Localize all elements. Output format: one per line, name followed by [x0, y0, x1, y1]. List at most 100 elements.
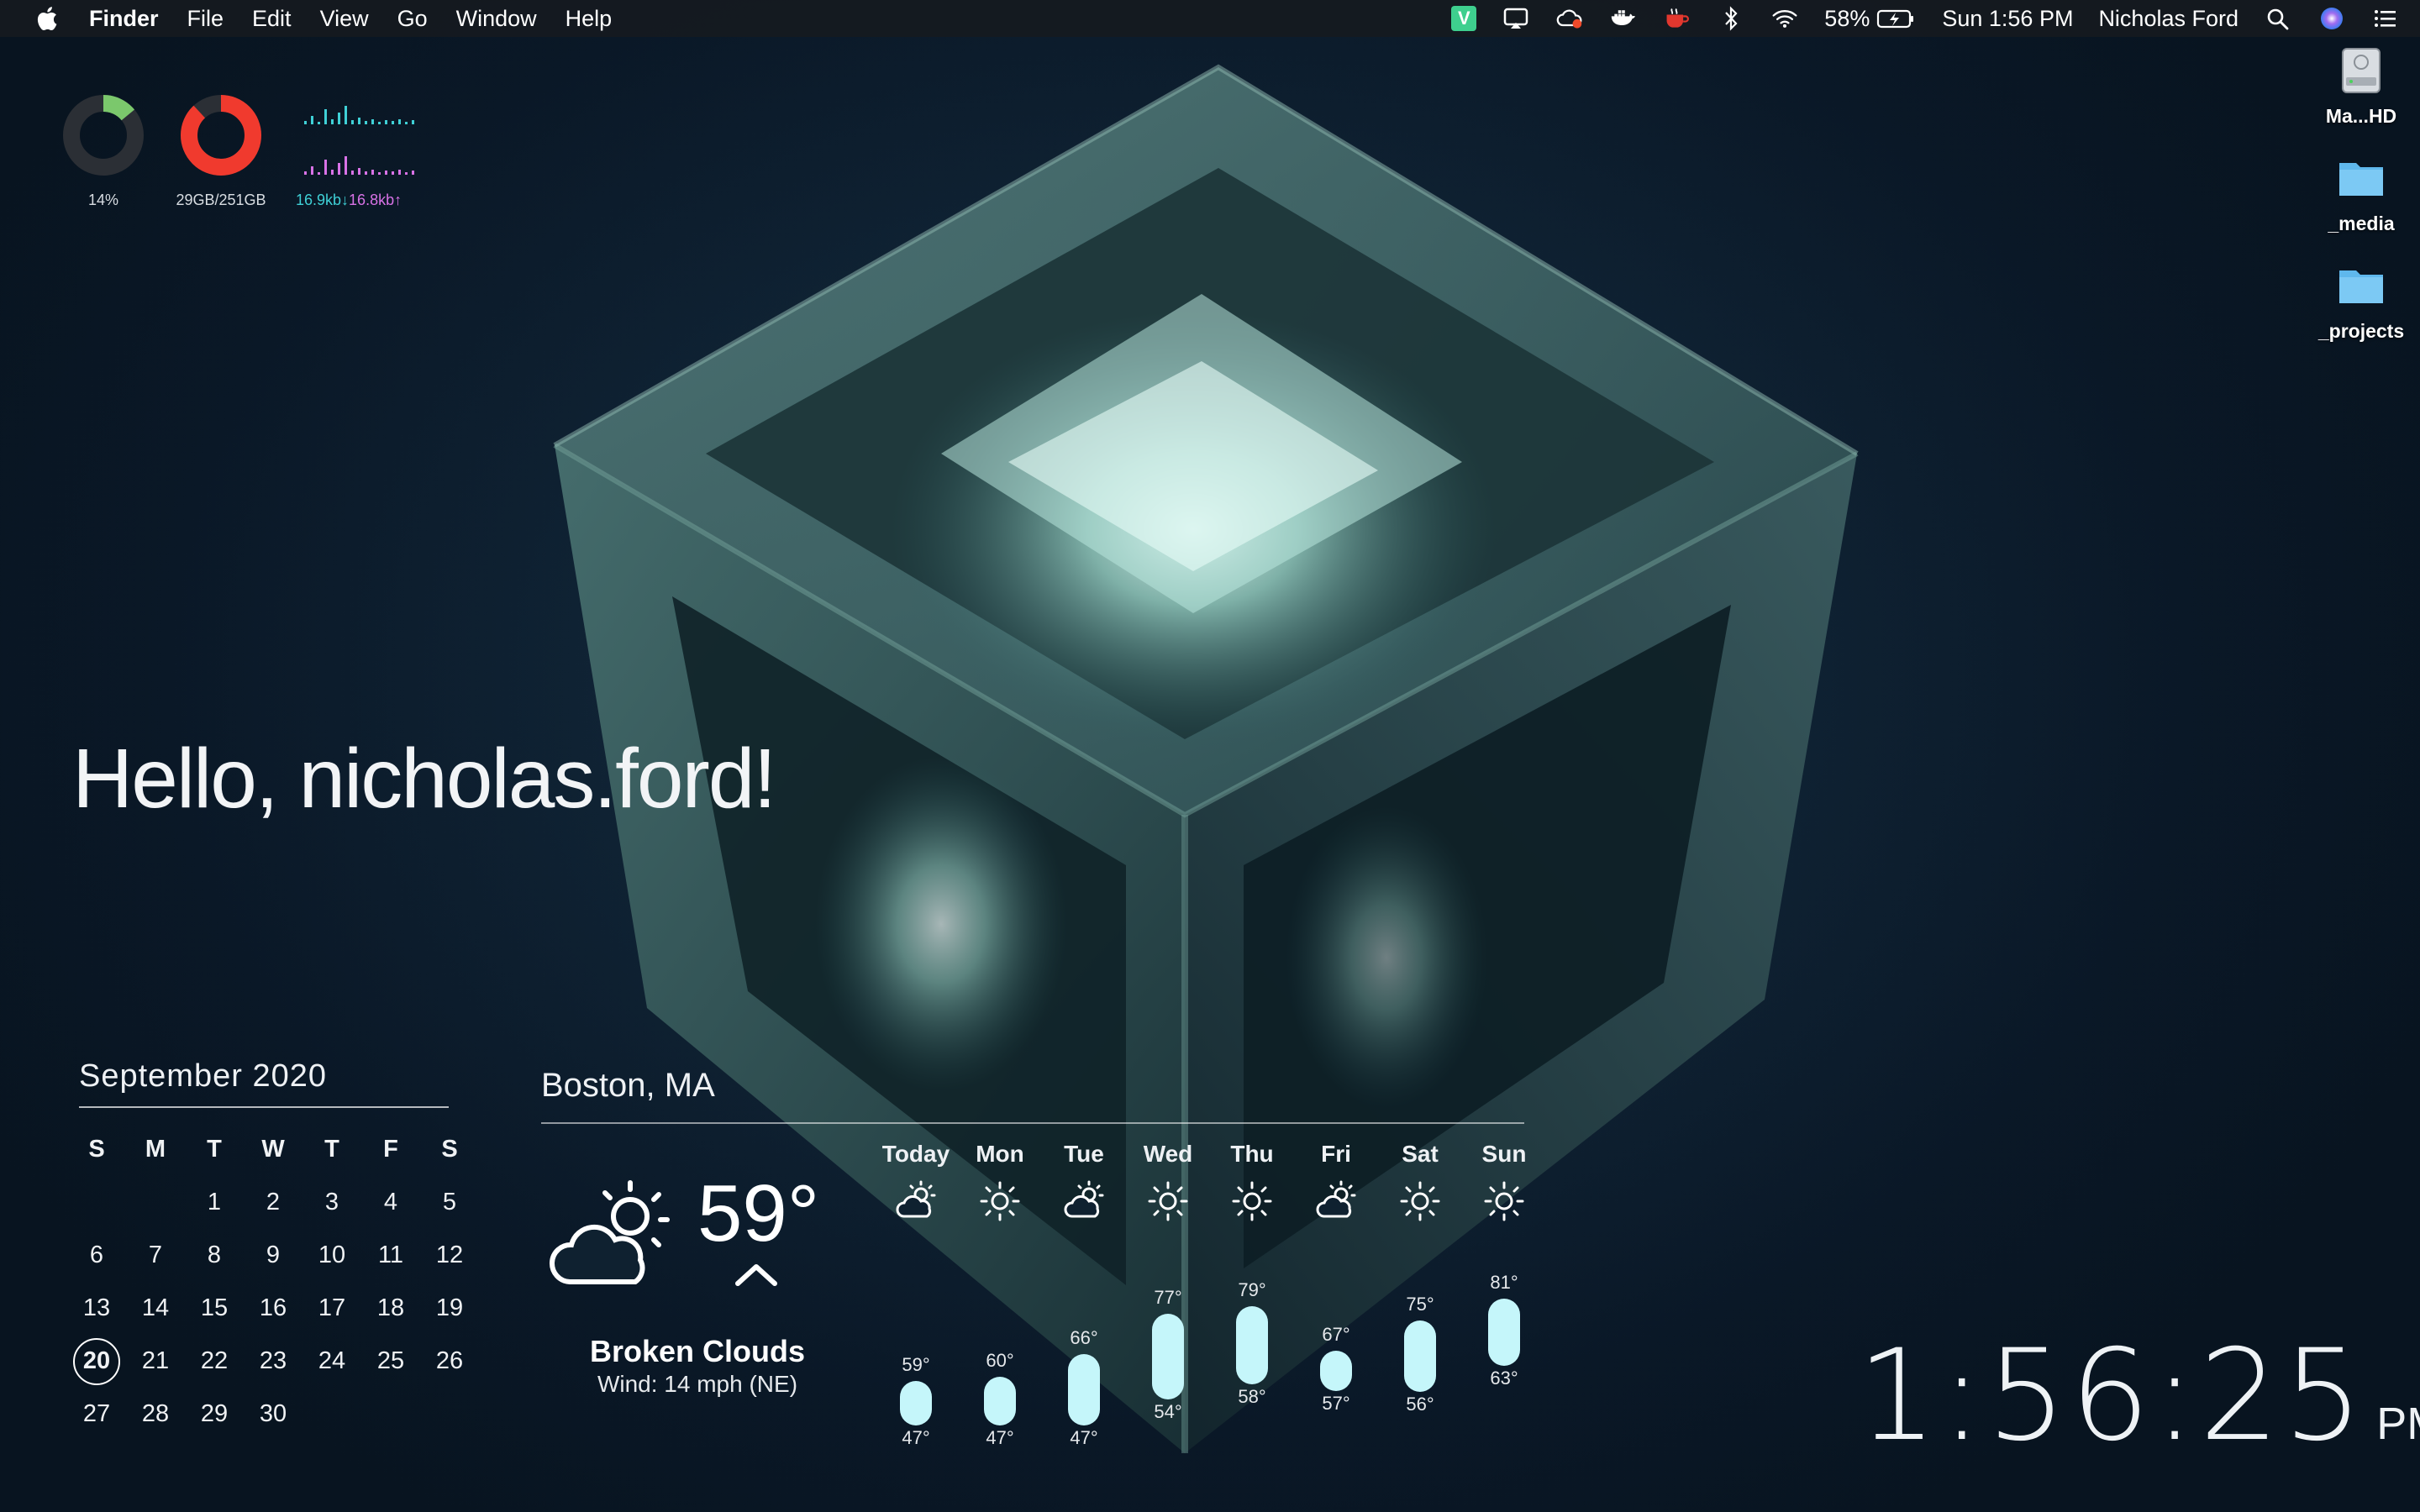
calendar-day[interactable]: 1 — [185, 1176, 244, 1229]
calendar-day[interactable]: 6 — [67, 1229, 126, 1282]
menubar-clock[interactable]: Sun 1:56 PM — [1942, 6, 2073, 32]
network-graph-bar — [345, 156, 347, 175]
network-graph-bar — [398, 170, 401, 175]
weekday-header: F — [383, 1136, 398, 1163]
battery-percent[interactable]: 58% — [1824, 6, 1870, 32]
chevron-up-icon[interactable] — [733, 1260, 780, 1289]
desktop-icon-projects[interactable]: _projects — [2302, 259, 2420, 343]
network-graph-bar — [351, 171, 354, 175]
spotlight-search-icon[interactable] — [2264, 6, 2292, 31]
weather-wind: Wind: 14 mph (NE) — [597, 1371, 798, 1397]
calendar-day[interactable]: 7 — [126, 1229, 185, 1282]
forecast-high: 66° — [1070, 1327, 1098, 1349]
network-graph-bar — [405, 172, 408, 175]
calendar-day[interactable]: 25 — [361, 1335, 420, 1388]
forecast-temp-range: 77° 54° — [1124, 1058, 1208, 1428]
desktop-icon-label: _media — [2328, 213, 2395, 234]
network-download-speed: 16.9kb↓ — [296, 192, 350, 208]
network-graph-bar — [331, 170, 334, 175]
battery-charging-icon[interactable] — [1876, 6, 1917, 31]
docker-icon[interactable] — [1609, 6, 1638, 31]
network-graph-bar — [324, 109, 327, 124]
weather-condition: Broken Clouds — [589, 1334, 806, 1368]
disk-usage-donut — [175, 89, 267, 181]
calendar-day[interactable]: 17 — [302, 1282, 361, 1335]
network-graph-bar — [351, 120, 354, 124]
forecast-low: 47° — [1070, 1426, 1098, 1448]
desktop-icon-macintosh-hd[interactable]: Ma...HD — [2302, 44, 2420, 128]
calendar-day[interactable]: 3 — [302, 1176, 361, 1229]
calendar-day[interactable]: 23 — [244, 1335, 302, 1388]
menu-edit[interactable]: Edit — [252, 6, 292, 32]
calendar-day[interactable]: 14 — [126, 1282, 185, 1335]
network-graph-bar — [318, 122, 320, 124]
calendar-day[interactable]: 22 — [185, 1335, 244, 1388]
menu-finder[interactable]: Finder — [89, 6, 159, 32]
forecast-temp-bar — [1236, 1305, 1268, 1384]
calendar-day[interactable]: 15 — [185, 1282, 244, 1335]
forecast-temp-bar — [1404, 1320, 1436, 1392]
forecast-high: 81° — [1490, 1271, 1518, 1293]
siri-icon[interactable] — [2317, 6, 2346, 31]
wifi-icon[interactable] — [1770, 6, 1799, 31]
calendar-day[interactable]: 9 — [244, 1229, 302, 1282]
calendar-day[interactable]: 8 — [185, 1229, 244, 1282]
calendar-day[interactable]: 30 — [244, 1388, 302, 1441]
weekday-header: T — [207, 1136, 222, 1163]
network-graph-bar — [392, 171, 394, 175]
calendar-day[interactable]: 21 — [126, 1335, 185, 1388]
notification-center-icon[interactable] — [2371, 6, 2400, 31]
network-graph-bar — [358, 118, 360, 124]
network-graph-bar — [358, 168, 360, 175]
menu-go[interactable]: Go — [397, 6, 428, 32]
user-name-menu[interactable]: Nicholas Ford — [2098, 6, 2238, 32]
network-graph-bar — [318, 172, 320, 175]
calendar-day[interactable]: 26 — [420, 1335, 479, 1388]
vim-icon[interactable]: V — [1451, 6, 1477, 31]
forecast-low: 58° — [1238, 1386, 1266, 1407]
calendar-day[interactable]: 18 — [361, 1282, 420, 1335]
weekday-header: T — [324, 1136, 339, 1163]
calendar-day[interactable]: 13 — [67, 1282, 126, 1335]
network-graph-bar — [311, 166, 313, 175]
network-upload-graph — [304, 153, 422, 175]
network-graph-bar — [385, 120, 387, 124]
cpu-usage-label: 14% — [87, 192, 119, 208]
coffee-icon[interactable] — [1663, 6, 1691, 31]
calendar-day[interactable]: 16 — [244, 1282, 302, 1335]
forecast-high: 60° — [986, 1350, 1014, 1372]
calendar-day[interactable]: 4 — [361, 1176, 420, 1229]
forecast-temp-bar — [1320, 1351, 1352, 1391]
calendar-day[interactable]: 19 — [420, 1282, 479, 1335]
calendar-day[interactable]: 29 — [185, 1388, 244, 1441]
calendar-day[interactable]: 10 — [302, 1229, 361, 1282]
cpu-usage-donut — [57, 89, 150, 181]
system-monitor-widget: 14% 29GB/251GB 16.9kb↓16.8kb↑ — [50, 84, 437, 218]
calendar-day[interactable]: 5 — [420, 1176, 479, 1229]
network-graph-bar — [398, 119, 401, 124]
bluetooth-icon[interactable] — [1717, 6, 1745, 31]
calendar-day[interactable]: 24 — [302, 1335, 361, 1388]
creative-cloud-icon[interactable] — [1555, 6, 1584, 31]
menu-file[interactable]: File — [187, 6, 224, 32]
forecast-high: 77° — [1154, 1286, 1182, 1308]
current-temperature: 59° — [697, 1168, 820, 1258]
calendar-day[interactable]: 2 — [244, 1176, 302, 1229]
clock-ampm: PM — [2376, 1399, 2420, 1449]
calendar-day[interactable]: 12 — [420, 1229, 479, 1282]
forecast-temp-bar — [1488, 1298, 1520, 1366]
calendar-day[interactable]: 11 — [361, 1229, 420, 1282]
menu-window[interactable]: Window — [456, 6, 537, 32]
airplay-icon[interactable] — [1502, 6, 1530, 31]
network-graph-bar — [378, 172, 381, 175]
menu-view[interactable]: View — [320, 6, 369, 32]
network-speed-label: 16.9kb↓16.8kb↑ — [296, 192, 402, 209]
apple-menu-icon[interactable] — [34, 5, 59, 32]
calendar-day[interactable]: 28 — [126, 1388, 185, 1441]
network-graph-bar — [392, 121, 394, 124]
calendar-today[interactable]: 20 — [73, 1337, 120, 1385]
menu-help[interactable]: Help — [566, 6, 613, 32]
forecast-high: 75° — [1406, 1294, 1434, 1315]
desktop-icon-media[interactable]: _media — [2302, 151, 2420, 235]
calendar-day[interactable]: 27 — [67, 1388, 126, 1441]
